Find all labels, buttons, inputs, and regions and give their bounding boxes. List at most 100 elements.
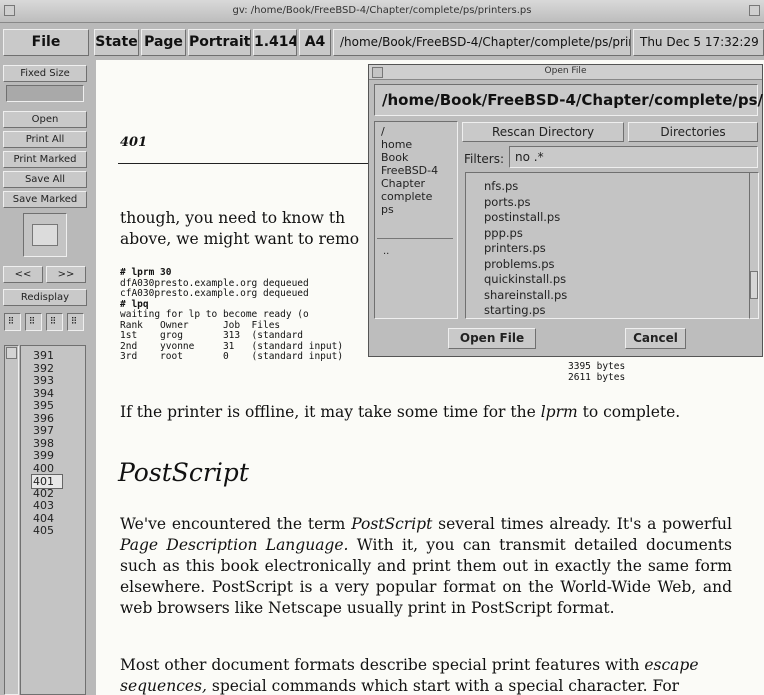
orientation-menu-button[interactable]: Portrait bbox=[188, 29, 251, 56]
emphasis: PostScript bbox=[351, 515, 433, 533]
escape-paragraph-cont: special commands which start with a spec… bbox=[206, 677, 680, 695]
emphasis: Page Description Language. bbox=[120, 536, 349, 554]
page-list-item[interactable]: 397 bbox=[33, 424, 54, 437]
escape-paragraph-text: Most other document formats describe spe… bbox=[120, 656, 645, 674]
file-item[interactable]: postinstall.ps bbox=[484, 210, 567, 226]
page-list: 391 392 393 394 395 396 397 398 399 400 401 402 403 4… bbox=[20, 345, 86, 695]
open-file-dialog: Open File /home/Book/FreeBSD-4/Chapter/c… bbox=[368, 64, 763, 357]
code-bytes: 3395 bytes bbox=[568, 361, 626, 372]
paragraph-line: though, you need to know th bbox=[120, 209, 346, 227]
panner-thumb[interactable] bbox=[32, 224, 58, 246]
paragraph-text: We've encountered the term bbox=[120, 515, 352, 533]
cancel-button[interactable]: Cancel bbox=[625, 328, 686, 349]
unmark-icon: ⁝⁝ bbox=[71, 314, 77, 327]
path-text: /home/Book/FreeBSD-4/Chapter/complete/ps… bbox=[382, 91, 763, 109]
save-all-button[interactable]: Save All bbox=[3, 171, 87, 188]
open-button[interactable]: Open bbox=[3, 111, 87, 128]
file-item[interactable]: ppp.ps bbox=[484, 226, 567, 242]
sequences-emphasis: sequences, bbox=[120, 677, 207, 695]
control-panel: Fixed Size Open Print All Print Marked S… bbox=[0, 60, 91, 695]
page-list-item[interactable]: 403 bbox=[33, 499, 54, 512]
escape-paragraph: Most other document formats describe spe… bbox=[120, 655, 732, 695]
print-marked-button[interactable]: Print Marked bbox=[3, 151, 87, 168]
directory-item[interactable]: ps bbox=[381, 203, 438, 216]
code-line: 1st grog 313 (standard bbox=[120, 330, 304, 341]
code-line: # lprm 30 bbox=[120, 267, 172, 278]
page-list-item[interactable]: 396 bbox=[33, 412, 54, 425]
offline-sentence: If the printer is offline, it may take s… bbox=[120, 403, 680, 421]
page-list-item[interactable]: 391 bbox=[33, 349, 54, 362]
page-panner[interactable] bbox=[23, 213, 67, 257]
dialog-title: Open File bbox=[544, 66, 587, 76]
state-menu-button[interactable]: State bbox=[94, 29, 139, 56]
unmark-toggle[interactable]: ⁝⁝ bbox=[67, 313, 84, 331]
scroll-thumb[interactable] bbox=[6, 347, 17, 359]
file-item[interactable]: nfs.ps bbox=[484, 179, 567, 195]
dir-separator bbox=[377, 238, 453, 239]
scale-menu-button[interactable]: 1.414 bbox=[253, 29, 297, 56]
code-line: cfA030presto.example.org dequeued bbox=[120, 288, 309, 299]
file-item[interactable]: shareinstall.ps bbox=[484, 288, 567, 304]
redisplay-button[interactable]: Redisplay bbox=[3, 289, 87, 306]
paper-menu-button[interactable]: A4 bbox=[299, 29, 331, 56]
directory-item[interactable]: FreeBSD-4 bbox=[381, 164, 438, 177]
dialog-titlebar: Open File bbox=[369, 65, 762, 80]
page-list-item[interactable]: 395 bbox=[33, 399, 54, 412]
file-item[interactable]: printers.ps bbox=[484, 241, 567, 257]
pagelist-scrollbar[interactable] bbox=[4, 345, 19, 695]
window-titlebar: gv: /home/Book/FreeBSD-4/Chapter/complet… bbox=[0, 0, 764, 23]
file-item[interactable]: ports.ps bbox=[484, 195, 567, 211]
page-list-item[interactable]: 399 bbox=[33, 449, 54, 462]
maximize-icon[interactable] bbox=[749, 5, 760, 16]
directories-button[interactable]: Directories bbox=[628, 122, 758, 142]
directory-item[interactable]: Book bbox=[381, 151, 438, 164]
code-line: 3rd root 0 (standard input) bbox=[120, 351, 344, 362]
directory-item[interactable]: Chapter bbox=[381, 177, 438, 190]
mark-odd-toggle[interactable]: ⁝⁝ bbox=[4, 313, 21, 331]
code-line: 2nd yvonne 31 (standard input) bbox=[120, 340, 344, 352]
file-scroll-thumb[interactable] bbox=[750, 271, 758, 299]
file-menu-button[interactable]: File bbox=[3, 29, 89, 56]
directory-list[interactable]: / home Book FreeBSD-4 Chapter complete ps .. bbox=[374, 121, 458, 319]
open-file-button[interactable]: Open File bbox=[448, 328, 536, 349]
page-list-item[interactable]: 398 bbox=[33, 437, 54, 450]
path-field[interactable]: /home/Book/FreeBSD-4/Chapter/complete/ps… bbox=[374, 84, 763, 116]
filters-input[interactable]: no .* bbox=[509, 146, 758, 168]
page-list-item[interactable]: 393 bbox=[33, 374, 54, 387]
datetime-label: Thu Dec 5 17:32:29 20 bbox=[633, 29, 764, 56]
directory-item[interactable]: complete bbox=[381, 190, 438, 203]
menubar: File State Page Portrait 1.414 A4 /home/… bbox=[0, 23, 764, 60]
file-list[interactable]: nfs.ps ports.ps postinstall.ps ppp.ps printe… bbox=[465, 172, 751, 319]
code-bytes: 2611 bytes bbox=[568, 372, 626, 383]
mark-current-toggle[interactable]: ⁝⁝ bbox=[46, 313, 63, 331]
save-marked-button[interactable]: Save Marked bbox=[3, 191, 87, 208]
page-list-item[interactable]: 402 bbox=[33, 487, 54, 500]
offline-sentence-end: to complete. bbox=[577, 403, 681, 421]
escape-emphasis: escape bbox=[644, 656, 699, 674]
page-list-item[interactable]: 404 bbox=[33, 512, 54, 525]
paragraph-line: above, we might want to remo bbox=[120, 230, 360, 248]
directory-item[interactable]: / bbox=[381, 125, 438, 138]
file-item[interactable]: problems.ps bbox=[484, 257, 567, 273]
page-list-item[interactable]: 400 bbox=[33, 462, 54, 475]
page-list-item[interactable]: 394 bbox=[33, 387, 54, 400]
page-list-item[interactable]: 405 bbox=[33, 524, 54, 537]
file-list-scrollbar[interactable] bbox=[749, 172, 759, 319]
code-line: waiting for lp to become ready (o bbox=[120, 309, 309, 320]
file-item[interactable]: starting.ps bbox=[484, 303, 567, 319]
magstep-field[interactable] bbox=[6, 85, 84, 102]
file-item[interactable]: quickinstall.ps bbox=[484, 272, 567, 288]
page-menu-button[interactable]: Page bbox=[141, 29, 186, 56]
mark-even-toggle[interactable]: ⁝⁝ bbox=[25, 313, 42, 331]
code-line: dfA030presto.example.org dequeued bbox=[120, 277, 309, 289]
rescan-directory-button[interactable]: Rescan Directory bbox=[462, 122, 624, 142]
fixed-size-button[interactable]: Fixed Size bbox=[3, 65, 87, 82]
print-all-button[interactable]: Print All bbox=[3, 131, 87, 148]
page-list-item[interactable]: 392 bbox=[33, 362, 54, 375]
mark-odd-icon: ⁝⁝ bbox=[8, 314, 14, 327]
prev-page-button[interactable]: << bbox=[3, 266, 43, 283]
mark-even-icon: ⁝⁝ bbox=[29, 314, 35, 327]
next-page-button[interactable]: >> bbox=[46, 266, 86, 283]
parent-dir-item[interactable]: .. bbox=[383, 246, 389, 257]
directory-item[interactable]: home bbox=[381, 138, 438, 151]
